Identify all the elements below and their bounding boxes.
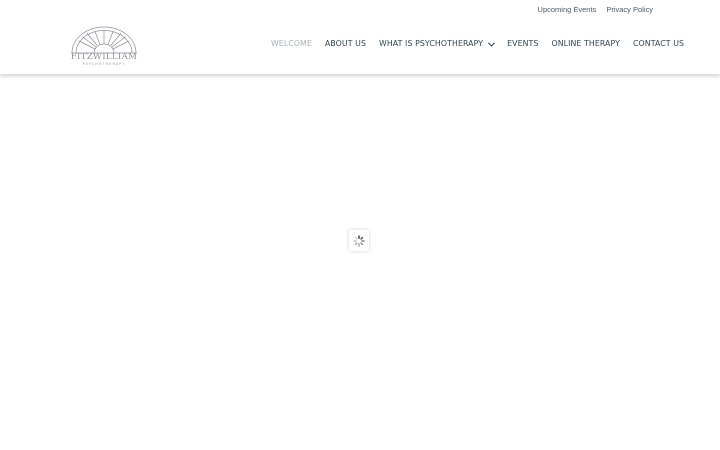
nav-item-label: EVENTS	[507, 39, 539, 48]
nav-item-welcome[interactable]: WELCOME	[271, 38, 312, 50]
nav-item-events[interactable]: EVENTS	[507, 38, 538, 50]
site-logo[interactable]: FITZWILLIAM PSYCHOTHERAPY	[70, 26, 138, 66]
nav-item-what-is-psychotherapy[interactable]: WHAT IS PSYCHOTHERAPY	[379, 38, 496, 50]
privacy-policy-link[interactable]: Privacy Policy	[606, 5, 653, 15]
top-links-bar: Upcoming Events Privacy Policy	[538, 5, 653, 15]
nav-item-label: ABOUT US	[324, 39, 367, 48]
page: Upcoming Events Privacy Policy FITZWILLI…	[0, 0, 720, 450]
fanlight-window-logo	[71, 26, 137, 54]
nav-item-online-therapy[interactable]: ONLINE THERAPY	[551, 38, 620, 50]
nav-item-label: ONLINE THERAPY	[551, 39, 620, 48]
nav-item-label: WHAT IS PSYCHOTHERAPY	[379, 39, 484, 48]
nav-item-label: WELCOME	[271, 39, 312, 48]
spinner-icon	[353, 234, 365, 247]
nav-item-about-us[interactable]: ABOUT US	[325, 38, 366, 50]
nav-item-contact-us[interactable]: CONTACT US	[633, 38, 684, 50]
loading-indicator	[349, 230, 369, 251]
nav-item-label: CONTACT US	[632, 39, 685, 48]
main-content	[0, 74, 720, 450]
chevron-down-icon	[488, 39, 496, 47]
logo-subtitle: PSYCHOTHERAPY	[82, 61, 126, 66]
site-header: Upcoming Events Privacy Policy FITZWILLI…	[0, 0, 720, 74]
main-nav: WELCOME ABOUT US WHAT IS PSYCHOTHERAPY E…	[271, 38, 684, 50]
upcoming-events-link[interactable]: Upcoming Events	[538, 5, 597, 15]
